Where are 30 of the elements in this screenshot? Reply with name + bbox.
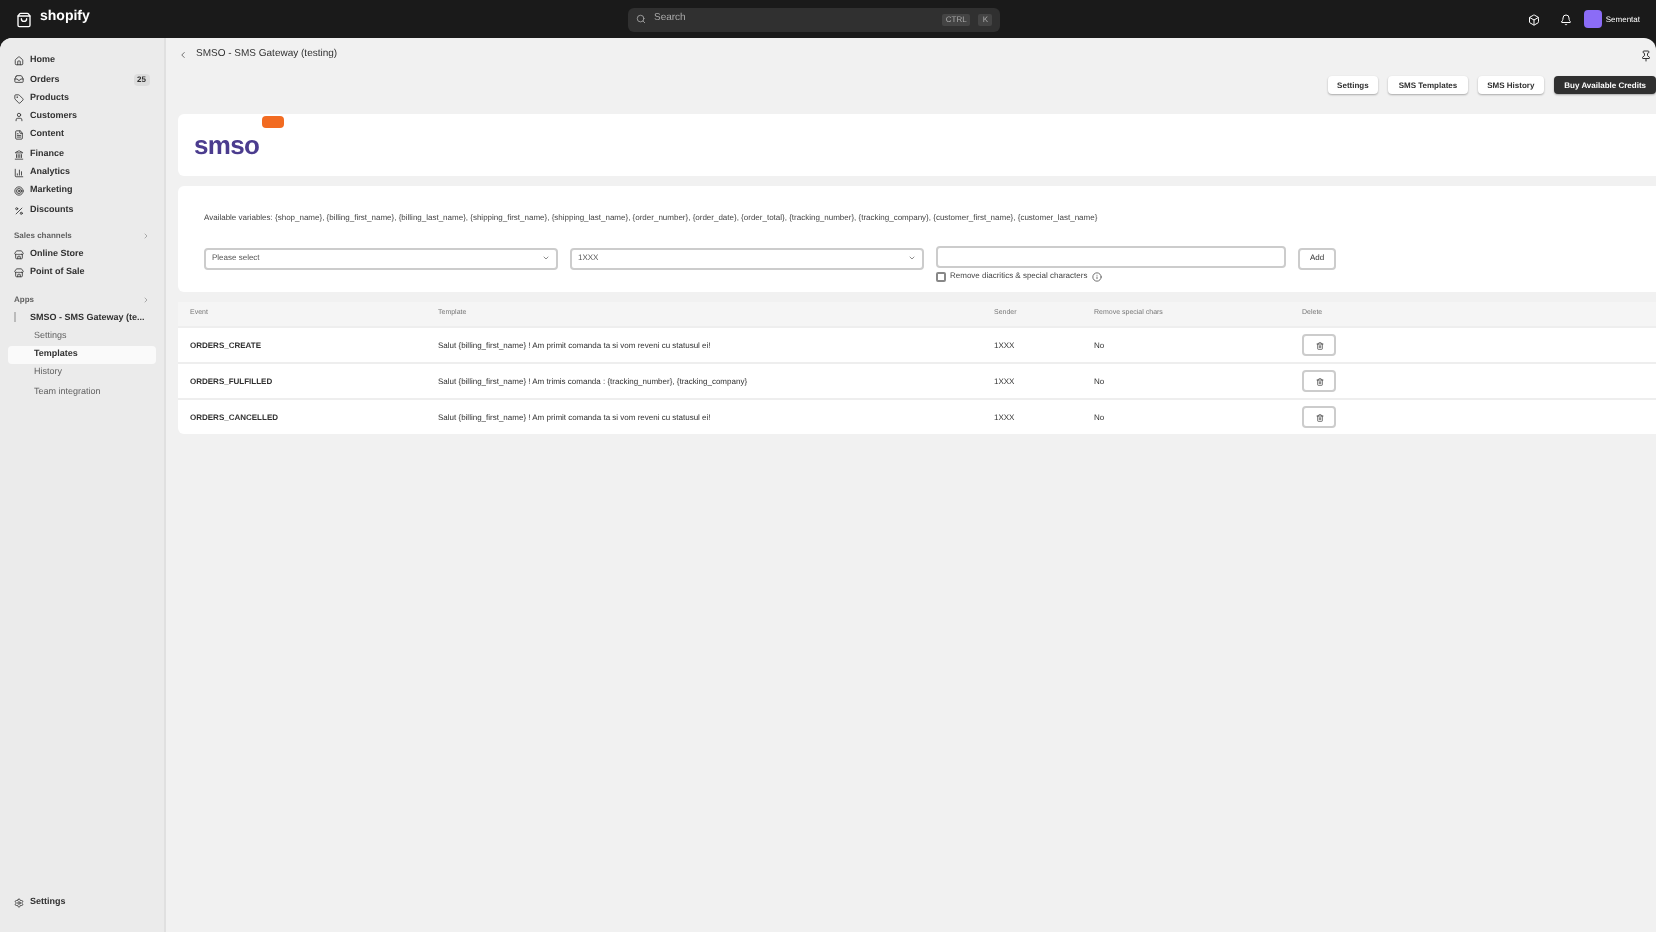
- nav-icon: [14, 205, 24, 216]
- delete-button[interactable]: [1302, 334, 1336, 356]
- nav-icon: [14, 130, 24, 141]
- nav-icon: [14, 112, 24, 123]
- trash-icon: [1315, 341, 1323, 349]
- pin-icon[interactable]: [1640, 49, 1652, 61]
- bell-icon[interactable]: [1559, 13, 1572, 25]
- back-icon[interactable]: [178, 50, 188, 60]
- delete-button[interactable]: [1302, 370, 1336, 392]
- trash-icon: [1315, 377, 1323, 385]
- nav-icon: [14, 56, 24, 67]
- avatar[interactable]: [1583, 10, 1602, 28]
- store-icon: [14, 249, 24, 260]
- store-icon: [14, 268, 24, 279]
- template-input[interactable]: [936, 246, 1286, 268]
- nav-icon: [14, 167, 24, 178]
- search-icon: [636, 14, 646, 24]
- nav-icon: [14, 186, 24, 197]
- smso-logo: smso: [194, 129, 260, 159]
- delete-button[interactable]: [1302, 406, 1336, 428]
- nav-icon: [14, 93, 24, 104]
- nav-icon: [14, 74, 24, 85]
- logo-badge-icon: [261, 115, 284, 127]
- nav-icon: [14, 149, 24, 160]
- trash-icon: [1315, 413, 1323, 421]
- checkbox[interactable]: [936, 271, 946, 281]
- settings-icon: [14, 898, 24, 908]
- info-icon: [1091, 271, 1102, 281]
- bag-icon: [16, 11, 32, 27]
- box-icon[interactable]: [1527, 13, 1540, 25]
